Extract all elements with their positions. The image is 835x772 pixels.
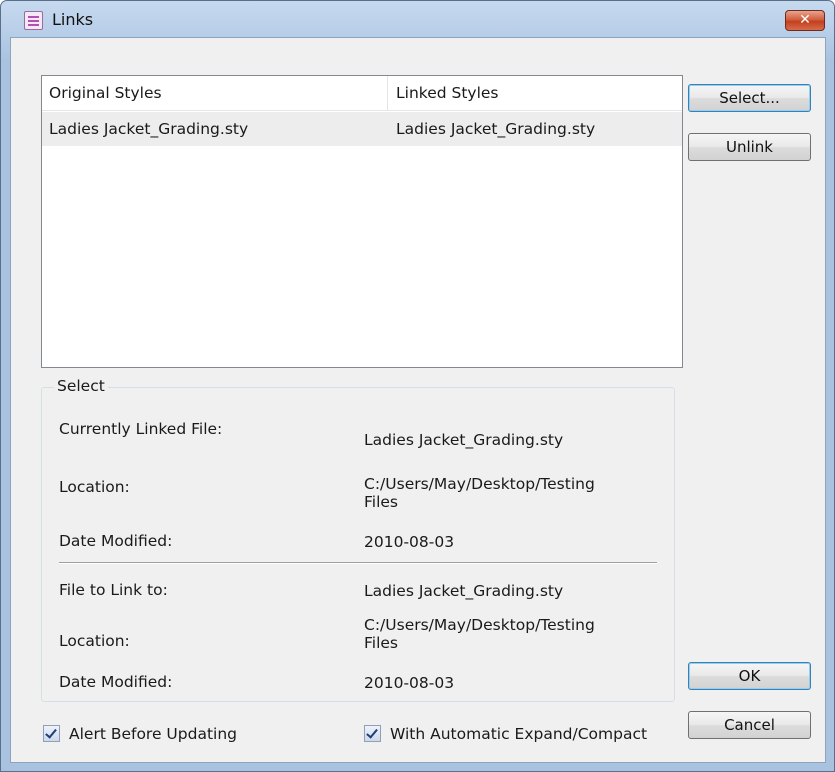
check-icon [45, 726, 57, 739]
file-to-link-value: Ladies Jacket_Grading.sty [364, 582, 564, 600]
ok-button[interactable]: OK [688, 662, 811, 690]
target-location-value-line1: C:/Users/May/Desktop/Testing [364, 616, 595, 634]
group-separator [59, 562, 657, 564]
target-date-modified-value: 2010-08-03 [364, 674, 455, 692]
target-location-value-line2: Files [364, 634, 399, 652]
column-header-original-styles[interactable]: Original Styles [42, 76, 388, 111]
groupbox-title: Select [54, 377, 108, 395]
linked-style-cell: Ladies Jacket_Grading.sty [396, 120, 596, 138]
current-date-modified-label: Date Modified: [59, 532, 173, 550]
title-bar[interactable]: Links ✕ [1, 1, 834, 37]
current-location-label: Location: [59, 478, 130, 496]
select-groupbox: Select Currently Linked File: Ladies Jac… [41, 377, 675, 702]
unlink-button[interactable]: Unlink [688, 133, 811, 161]
cancel-button[interactable]: Cancel [688, 711, 811, 739]
target-date-modified-label: Date Modified: [59, 673, 173, 691]
alert-before-updating-checkbox[interactable] [43, 725, 60, 742]
current-location-value-line1: C:/Users/May/Desktop/Testing [364, 475, 595, 493]
automatic-expand-compact-label[interactable]: With Automatic Expand/Compact [390, 723, 647, 745]
column-header-linked-styles[interactable]: Linked Styles [389, 76, 683, 111]
dialog-body: Original Styles Linked Styles Ladies Jac… [10, 37, 826, 763]
close-button[interactable]: ✕ [785, 10, 825, 31]
currently-linked-file-value: Ladies Jacket_Grading.sty [364, 431, 564, 449]
check-icon [366, 726, 378, 739]
list-header: Original Styles Linked Styles [42, 76, 682, 111]
window-title: Links [52, 10, 94, 29]
styles-list[interactable]: Original Styles Linked Styles Ladies Jac… [41, 75, 683, 368]
current-location-value-line2: Files [364, 493, 399, 511]
list-row[interactable]: Ladies Jacket_Grading.sty Ladies Jacket_… [42, 112, 682, 146]
select-button[interactable]: Select... [688, 84, 811, 112]
links-dialog: Links ✕ Original Styles Linked Styles La… [0, 0, 835, 772]
style-file-icon [24, 11, 43, 30]
current-date-modified-value: 2010-08-03 [364, 533, 455, 551]
original-style-cell: Ladies Jacket_Grading.sty [49, 120, 249, 138]
currently-linked-file-label: Currently Linked File: [59, 420, 223, 438]
automatic-expand-compact-checkbox[interactable] [364, 725, 381, 742]
target-location-label: Location: [59, 632, 130, 650]
file-to-link-label: File to Link to: [59, 581, 168, 599]
alert-before-updating-label[interactable]: Alert Before Updating [69, 723, 237, 745]
